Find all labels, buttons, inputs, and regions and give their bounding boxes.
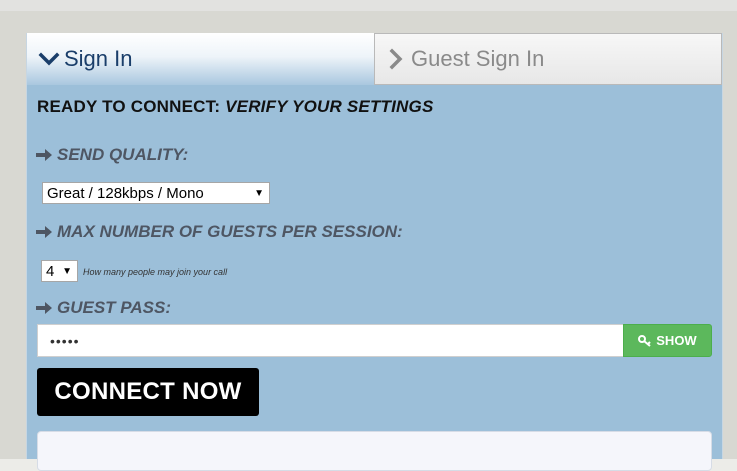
connect-now-button[interactable]: CONNECT NOW	[37, 368, 259, 416]
key-icon	[638, 334, 651, 347]
send-quality-label-text: SEND QUALITY:	[57, 145, 189, 164]
max-guests-hint: How many people may join your call	[83, 267, 228, 277]
guest-pass-label: GUEST PASS:	[35, 298, 171, 318]
dropdown-caret-icon: ▼	[254, 188, 264, 199]
panel-heading: READY TO CONNECT: VERIFY YOUR SETTINGS	[37, 97, 433, 117]
max-guests-label: MAX NUMBER OF GUESTS PER SESSION:	[35, 222, 403, 242]
tab-sign-in[interactable]: Sign In	[27, 33, 374, 85]
top-bar	[0, 0, 737, 11]
tab-guest-sign-in-label: Guest Sign In	[411, 46, 545, 71]
tab-sign-in-label: Sign In	[64, 46, 133, 71]
connect-button-label: CONNECT NOW	[54, 378, 242, 405]
max-guests-selected: 4	[46, 262, 55, 280]
heading-emphasis: VERIFY YOUR SETTINGS	[225, 97, 434, 116]
guest-pass-value: •••••	[50, 332, 80, 349]
sign-in-panel: Sign In Guest Sign In READY TO CONNECT: …	[26, 33, 723, 471]
heading-prefix: READY TO CONNECT:	[37, 97, 221, 116]
chevron-right-icon	[389, 48, 403, 70]
guest-pass-input[interactable]: •••••	[37, 324, 624, 357]
send-quality-selected: Great / 128kbps / Mono	[47, 184, 204, 202]
arrow-right-icon	[36, 226, 52, 238]
send-quality-label: SEND QUALITY:	[35, 145, 188, 165]
arrow-right-icon	[36, 302, 52, 314]
show-password-button[interactable]: SHOW	[623, 324, 712, 357]
max-guests-label-text: MAX NUMBER OF GUESTS PER SESSION:	[57, 222, 403, 241]
chevron-down-icon	[38, 52, 60, 66]
show-button-label: SHOW	[656, 333, 697, 348]
max-guests-select[interactable]: 4 ▼	[41, 260, 78, 282]
lower-content-box	[37, 431, 712, 471]
guest-pass-label-text: GUEST PASS:	[57, 298, 171, 317]
arrow-right-icon	[36, 149, 52, 161]
dropdown-caret-icon: ▼	[62, 266, 72, 277]
tab-guest-sign-in[interactable]: Guest Sign In	[374, 33, 722, 85]
send-quality-select[interactable]: Great / 128kbps / Mono ▼	[42, 182, 270, 204]
